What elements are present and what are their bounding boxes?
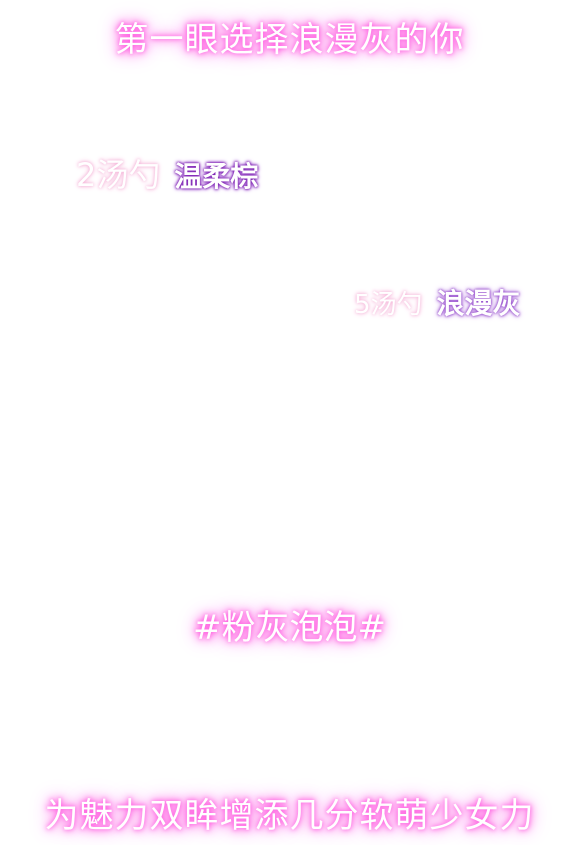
dose-shade-label: 温柔棕 bbox=[174, 160, 259, 193]
dose-quantity: 5汤勺 bbox=[354, 290, 423, 320]
dose-quantity: 2汤勺 bbox=[76, 156, 161, 194]
dose-shade-label: 浪漫灰 bbox=[436, 287, 521, 320]
dose-row-romantic-gray: 5汤勺 浪漫灰 bbox=[354, 282, 521, 322]
headline-title: 第一眼选择浪漫灰的你 bbox=[114, 20, 465, 60]
tagline-text: 为魅力双眸增添几分软萌少女力 bbox=[44, 796, 535, 836]
hashtag-title: #粉灰泡泡# bbox=[193, 608, 386, 648]
dose-row-warm-brown: 2汤勺 温柔棕 bbox=[76, 150, 258, 196]
